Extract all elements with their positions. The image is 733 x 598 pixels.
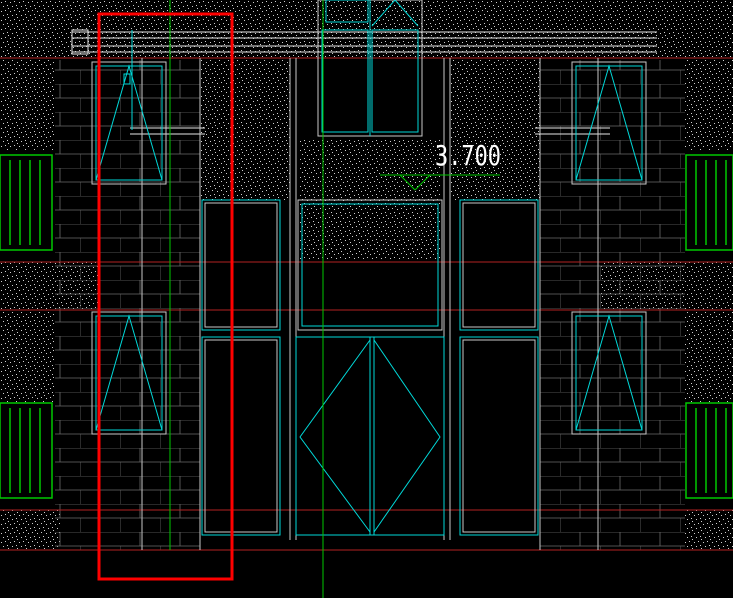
level-marker-text: 3.700 bbox=[435, 139, 501, 172]
cad-elevation-canvas[interactable]: 3.700 bbox=[0, 0, 733, 598]
door-diamond-left bbox=[299, 338, 371, 534]
door-diamond-right bbox=[373, 338, 441, 534]
